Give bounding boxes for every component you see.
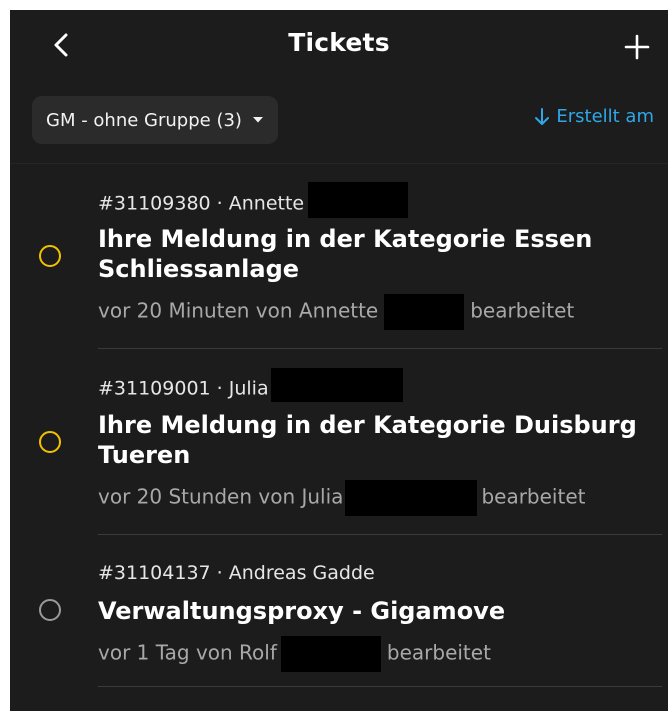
updated-suffix: bearbeitet xyxy=(470,298,575,323)
ticket-updated: vor 1 Tag von Rolf bearbeitet xyxy=(98,636,491,672)
ticket-number-author: #31109380 · Annette xyxy=(98,192,305,215)
status-open-icon xyxy=(39,431,61,453)
ticket-row[interactable]: #31104137 · Andreas Gadde Verwaltungspro… xyxy=(10,552,668,692)
redacted-name xyxy=(308,182,409,218)
status-open-icon xyxy=(39,245,61,267)
ticket-subject: Verwaltungsproxy - Gigamove xyxy=(98,597,506,625)
caret-down-icon xyxy=(252,117,263,123)
tickets-screen: Tickets GM - ohne Gruppe (3) Erstellt am xyxy=(10,10,668,711)
top-bar: Tickets xyxy=(10,10,668,82)
row-divider xyxy=(98,686,662,687)
redacted-name xyxy=(384,294,465,330)
ticket-row[interactable]: #31109001 · Julia Ihre Meldung in der Ka… xyxy=(10,366,668,536)
status-closed-icon xyxy=(39,599,61,621)
updated-prefix: vor 20 Minuten von Annette xyxy=(98,298,379,323)
ticket-row[interactable]: #31109380 · Annette Ihre Meldung in der … xyxy=(10,180,668,350)
ticket-meta: #31104137 · Andreas Gadde xyxy=(98,562,375,584)
ticket-subject: Ihre Meldung in der Kategorie Essen Schl… xyxy=(98,225,593,283)
sort-button[interactable]: Erstellt am xyxy=(534,106,654,127)
arrow-down-icon xyxy=(535,107,550,125)
redacted-name xyxy=(345,480,478,516)
row-divider xyxy=(98,534,662,535)
ticket-subject: Ihre Meldung in der Kategorie Duisburg T… xyxy=(98,411,637,469)
updated-suffix: bearbeitet xyxy=(386,640,491,665)
group-filter-label: GM - ohne Gruppe (3) xyxy=(46,109,242,131)
ticket-meta: #31109380 · Annette xyxy=(98,182,409,218)
updated-prefix: vor 20 Stunden von Julia xyxy=(98,484,344,509)
ticket-number-author: #31104137 · Andreas Gadde xyxy=(98,562,375,584)
sort-label: Erstellt am xyxy=(556,106,654,127)
add-ticket-button[interactable] xyxy=(622,32,652,62)
filter-divider xyxy=(10,163,668,164)
ticket-updated: vor 20 Stunden von Julia bearbeitet xyxy=(98,480,585,516)
redacted-name xyxy=(280,636,381,672)
ticket-number-author: #31109001 · Julia xyxy=(98,377,269,400)
group-filter-dropdown[interactable]: GM - ohne Gruppe (3) xyxy=(32,96,278,144)
page-title: Tickets xyxy=(288,28,390,57)
row-divider xyxy=(98,348,662,349)
ticket-updated: vor 20 Minuten von Annette bearbeitet xyxy=(98,294,574,330)
updated-suffix: bearbeitet xyxy=(481,484,586,509)
plus-icon xyxy=(624,34,650,60)
redacted-name xyxy=(270,368,403,402)
updated-prefix: vor 1 Tag von Rolf xyxy=(98,640,277,665)
filter-bar: GM - ohne Gruppe (3) Erstellt am xyxy=(10,96,668,146)
ticket-meta: #31109001 · Julia xyxy=(98,368,403,402)
